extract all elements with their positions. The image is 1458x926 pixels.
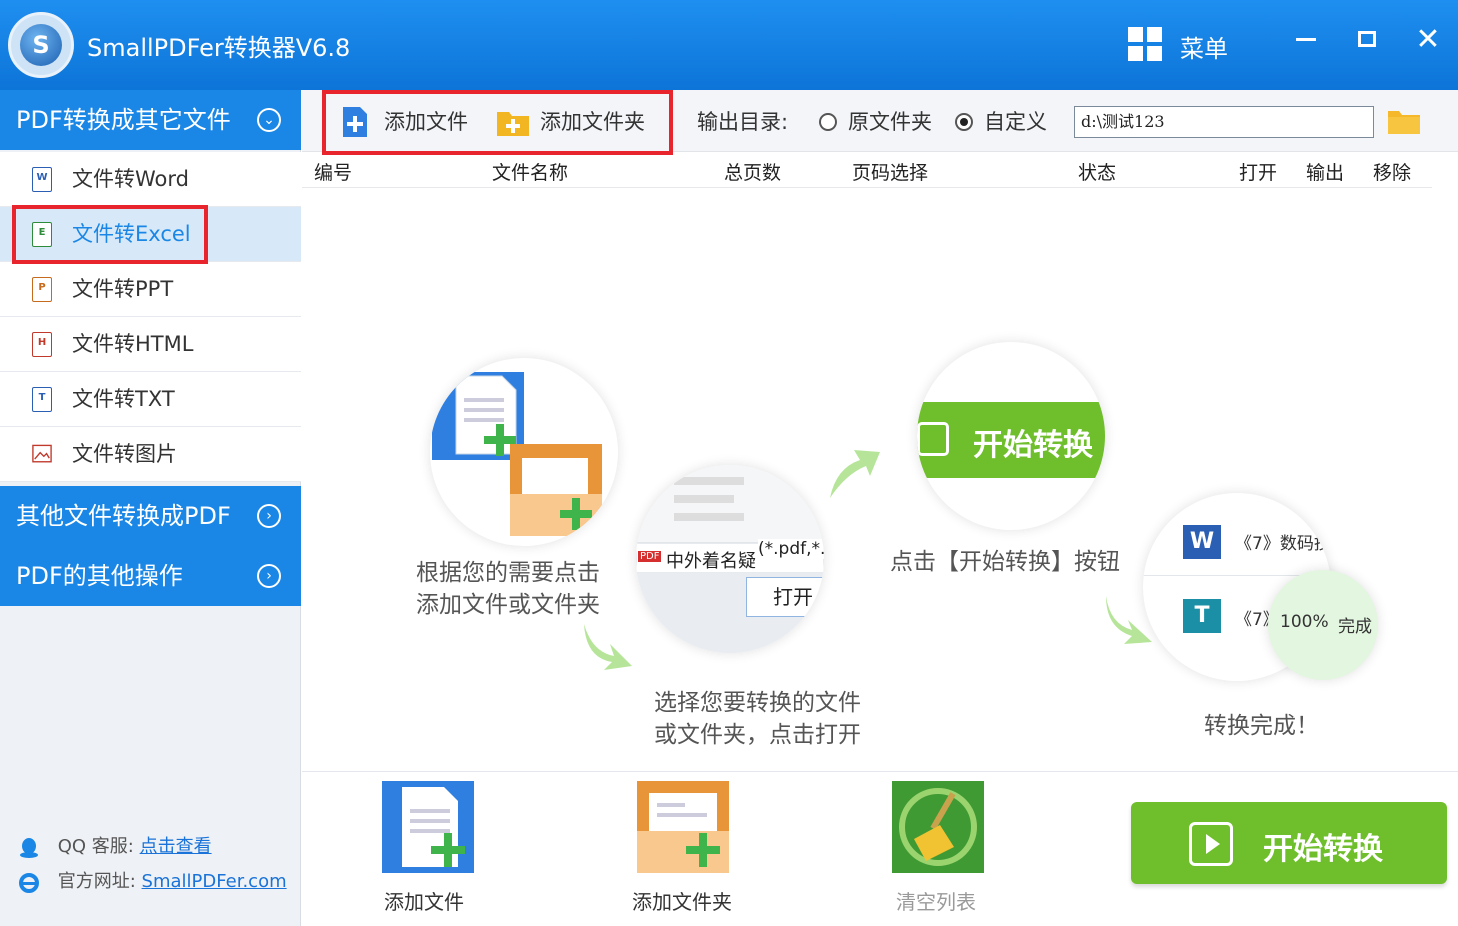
image-file-icon: [32, 442, 52, 467]
col-output: 输出: [1306, 162, 1345, 184]
play-icon: [1189, 822, 1233, 866]
sidebar-item-label: 文件转Word: [72, 167, 189, 191]
app-logo-icon: S: [8, 12, 74, 78]
col-remove: 移除: [1373, 162, 1412, 184]
sidebar-item-ppt[interactable]: P 文件转PPT: [0, 262, 301, 317]
guide-arrow-icon: [830, 450, 880, 498]
add-folder-large-icon[interactable]: [637, 781, 729, 873]
play-icon: [917, 422, 949, 456]
col-status: 状态: [1078, 162, 1117, 184]
website-label: 官方网址:: [57, 871, 136, 892]
dialog-open-button: 打开: [746, 577, 824, 617]
txt-file-icon: T: [32, 387, 52, 412]
website-link[interactable]: SmallPDFer.com: [142, 871, 287, 892]
app-title: SmallPDFer转换器V6.8: [87, 34, 351, 62]
guide-step3-text: 点击【开始转换】按钮: [890, 549, 1120, 575]
guide-step3-circle: 开始转换: [917, 342, 1105, 530]
sidebar-item-html[interactable]: H 文件转HTML: [0, 317, 301, 372]
guide-step1-circle: [430, 358, 618, 546]
guide-start-button-sample: 开始转换: [917, 402, 1105, 478]
html-file-icon: H: [32, 332, 52, 357]
guide-step2-circle: PDF 中外着名疑 (*.pdf,*. 打开: [636, 465, 824, 653]
qq-penguin-icon: [20, 838, 38, 858]
chevron-down-icon: ⌄: [257, 108, 281, 132]
bottom-add-folder-label[interactable]: 添加文件夹: [632, 886, 732, 915]
maximize-icon: [1358, 31, 1376, 47]
clear-list-broom-icon[interactable]: [892, 781, 984, 873]
word-doc-icon: W: [1183, 525, 1221, 559]
close-button[interactable]: ✕: [1408, 20, 1448, 60]
sidebar-item-label: 文件转TXT: [72, 387, 175, 411]
col-page-select: 页码选择: [852, 162, 929, 184]
pdf-badge-icon: PDF: [638, 551, 662, 562]
sidebar-item-word[interactable]: W 文件转Word: [0, 152, 301, 207]
sidebar-section-other-to-pdf[interactable]: 其他文件转换成PDF ›: [0, 486, 301, 546]
ie-browser-icon: [19, 873, 39, 893]
guide-step2-text: 选择您要转换的文件 或文件夹，点击打开: [654, 690, 861, 748]
radio-custom-folder[interactable]: [955, 113, 973, 131]
sidebar-section-label: 其他文件转换成PDF: [16, 502, 231, 530]
guide-step1-text: 根据您的需要点击 添加文件或文件夹: [416, 560, 600, 618]
highlight-add-buttons: [322, 90, 673, 155]
chevron-right-icon: ›: [257, 504, 281, 528]
file-table-header: 编号 文件名称 总页数 页码选择 状态 打开 输出 移除: [302, 152, 1432, 188]
browse-folder-icon[interactable]: [1388, 108, 1420, 134]
word-file-icon: W: [32, 167, 52, 192]
add-file-large-icon[interactable]: [382, 781, 474, 873]
menu-grid-icon[interactable]: [1128, 27, 1162, 61]
bottom-clear-list-label[interactable]: 清空列表: [896, 886, 976, 915]
minimize-icon: [1296, 38, 1316, 41]
col-total-pages: 总页数: [724, 162, 782, 184]
col-number: 编号: [314, 162, 353, 184]
sidebar-item-label: 文件转图片: [72, 442, 177, 466]
guide-step4-progress-circle: 100% 完成: [1268, 570, 1378, 680]
title-bar: S SmallPDFer转换器V6.8 菜单 ✕: [0, 0, 1458, 90]
txt-doc-icon: T: [1183, 599, 1221, 633]
guide-step4-text: 转换完成！: [1204, 713, 1319, 739]
bottom-add-file-label[interactable]: 添加文件: [384, 886, 464, 915]
output-dir-label: 输出目录:: [697, 110, 789, 134]
start-convert-button[interactable]: 开始转换: [1131, 802, 1447, 884]
minimize-button[interactable]: [1286, 20, 1326, 60]
bottom-divider: [302, 771, 1458, 772]
sidebar-section-pdf-to-other[interactable]: PDF转换成其它文件 ⌄: [0, 90, 301, 150]
dialog-file-name: 中外着名疑: [666, 551, 756, 572]
sidebar-item-label: 文件转HTML: [72, 332, 194, 356]
qq-link[interactable]: 点击查看: [140, 836, 212, 857]
maximize-button[interactable]: [1347, 20, 1387, 60]
radio-original-folder[interactable]: [819, 113, 837, 131]
start-convert-label: 开始转换: [1263, 832, 1383, 867]
qq-label: QQ 客服:: [57, 836, 134, 857]
ppt-file-icon: P: [32, 277, 52, 302]
sidebar-section-label: PDF的其他操作: [16, 562, 183, 590]
output-path-input[interactable]: d:\测试123: [1074, 106, 1374, 138]
sidebar-section-label: PDF转换成其它文件: [16, 106, 231, 134]
qq-support-row: QQ 客服: 点击查看: [18, 832, 212, 858]
sidebar-item-label: 文件转PPT: [72, 277, 174, 301]
sidebar-item-image[interactable]: 文件转图片: [0, 427, 301, 482]
sidebar-section-pdf-other-ops[interactable]: PDF的其他操作 ›: [0, 546, 301, 606]
col-open: 打开: [1239, 162, 1278, 184]
add-file-folder-illustration-icon: [432, 372, 602, 536]
col-filename: 文件名称: [492, 162, 569, 184]
radio-original-label: 原文件夹: [848, 110, 932, 134]
guide-arrow-icon: [584, 624, 632, 670]
radio-custom-label: 自定义: [984, 110, 1047, 134]
sidebar-item-txt[interactable]: T 文件转TXT: [0, 372, 301, 427]
menu-button[interactable]: 菜单: [1180, 29, 1228, 64]
website-row: 官方网址: SmallPDFer.com: [18, 867, 287, 893]
chevron-right-icon: ›: [257, 564, 281, 588]
dialog-file-filter: (*.pdf,*.: [758, 539, 824, 559]
highlight-excel-item: [12, 205, 208, 264]
